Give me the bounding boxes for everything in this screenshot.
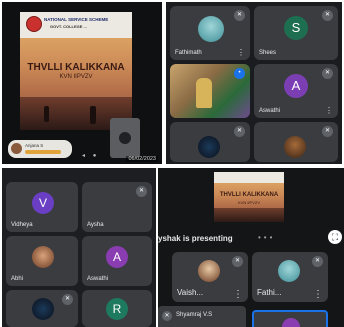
participant-tile[interactable]: • — [170, 64, 250, 118]
participant-name: Aswathi — [259, 108, 281, 114]
poster-subtitle: KVN IIPVZV — [237, 200, 260, 205]
participant-name: Aswathi — [87, 276, 109, 282]
participant-name: Abhi — [11, 276, 24, 282]
more-options-icon[interactable]: ⋮ — [233, 290, 243, 300]
poster-org-line: NATIONAL SERVICE SCHEME — [44, 17, 109, 22]
home-icon[interactable]: ● — [93, 153, 97, 159]
mic-off-icon: ✕ — [322, 68, 333, 79]
participant-photo — [32, 246, 54, 268]
participant-tile[interactable]: ✕ — [6, 290, 78, 327]
date-stamp: 06/02/2023 — [126, 156, 158, 162]
participant-avatar: A — [284, 74, 308, 98]
participant-tile[interactable]: S ✕ Shees — [254, 6, 338, 60]
participant-tile[interactable]: ✕ — [254, 122, 338, 162]
presentation-panel: THVLLI KALIKKANA KVN IIPVZV yshak is pre… — [158, 168, 344, 327]
participant-tile[interactable]: R — [82, 290, 152, 327]
more-options-icon[interactable]: ⋮ — [325, 107, 333, 115]
mic-off-icon: ✕ — [322, 126, 333, 137]
mic-off-icon: ✕ — [232, 256, 243, 267]
participant-photo — [278, 260, 300, 282]
back-icon[interactable]: ◂ — [82, 153, 85, 159]
participant-photo — [198, 136, 220, 158]
participant-tile[interactable]: A Aswathi — [82, 236, 152, 286]
commenter-name: Anjana S — [25, 143, 44, 148]
participant-avatar: S — [284, 16, 308, 40]
participant-tile[interactable]: Abhi — [6, 236, 78, 286]
nss-logo-icon — [26, 16, 42, 32]
mic-on-icon: • — [234, 68, 245, 79]
poster-org-line-2: GOVT. COLLEGE ... — [50, 24, 87, 29]
phone-screenshot-panel: NATIONAL SERVICE SCHEME GOVT. COLLEGE ..… — [2, 2, 162, 164]
participant-tile[interactable]: ✕ Vaish... ⋮ — [172, 252, 248, 302]
self-view-tile[interactable]: ✕ Shyamraj V.S — [158, 306, 246, 327]
fullscreen-icon[interactable]: ⛶ — [328, 230, 342, 244]
participant-name: Shees — [259, 50, 277, 56]
participant-tile[interactable]: ✕ Fathi... ⋮ — [252, 252, 328, 302]
poster-title: THVLLI KALIKKANA — [27, 62, 125, 73]
reaction-bar — [25, 150, 61, 154]
presented-poster: THVLLI KALIKKANA KVN IIPVZV — [214, 172, 284, 222]
nss-poster: NATIONAL SERVICE SCHEME GOVT. COLLEGE ..… — [20, 12, 132, 130]
mic-off-icon: ✕ — [312, 256, 323, 267]
poster-subtitle: KVN IIPVZV — [59, 74, 93, 80]
mic-off-icon: ✕ — [162, 311, 172, 321]
participant-tile[interactable]: V Vidheya — [6, 182, 78, 232]
poster-title: THVLLI KALIKKANA — [219, 192, 279, 198]
meet-grid-panel-top: ✕ Fathimath ⋮ S ✕ Shees • A ✕ Aswathi ⋮ … — [166, 2, 342, 164]
mic-off-icon: ✕ — [62, 294, 73, 305]
mic-off-icon: ✕ — [234, 10, 245, 21]
participant-photo — [32, 298, 54, 320]
participant-avatar: V — [32, 192, 54, 214]
participant-name: Fathimath — [175, 50, 202, 56]
participant-avatar: R — [106, 298, 128, 320]
mic-off-icon: ✕ — [322, 10, 333, 21]
mic-off-icon: ✕ — [234, 126, 245, 137]
participant-name: Aysha — [87, 222, 104, 228]
silhouette-figure — [90, 106, 96, 124]
participant-tile[interactable]: ✕ — [170, 122, 250, 162]
participant-tile[interactable]: A ✕ Aswathi ⋮ — [254, 64, 338, 118]
pip-camera-tile[interactable] — [110, 118, 140, 158]
participant-name: Vidheya — [11, 222, 33, 228]
participant-tile[interactable]: ✕ Fathimath ⋮ — [170, 6, 250, 60]
mic-off-icon: ✕ — [136, 186, 147, 197]
participant-photo — [198, 16, 224, 42]
more-options-icon[interactable]: ••• — [258, 233, 275, 242]
participant-name: Vaish... — [177, 288, 204, 297]
participant-tile[interactable]: ✕ Aysha — [82, 182, 152, 232]
camera-off-icon — [119, 132, 131, 144]
self-name-label: Shyamraj V.S — [176, 312, 213, 318]
presenting-banner: yshak is presenting — [158, 234, 233, 243]
avatar — [11, 143, 22, 154]
active-speaker-tile[interactable] — [252, 310, 328, 327]
comment-bubble: Anjana S — [8, 140, 72, 158]
participant-avatar: A — [106, 246, 128, 268]
participant-photo — [284, 136, 306, 158]
participant-name: Fathi... — [257, 288, 282, 297]
participant-avatar — [282, 318, 300, 327]
more-options-icon[interactable]: ⋮ — [313, 290, 323, 300]
participant-photo — [198, 260, 220, 282]
meet-grid-panel-bottom: V Vidheya ✕ Aysha Abhi A Aswathi ✕ R — [2, 168, 156, 327]
participant-video — [196, 78, 212, 108]
more-options-icon[interactable]: ⋮ — [237, 49, 245, 57]
silhouette-figure — [44, 106, 49, 122]
android-nav-bar: ◂ ● — [82, 152, 96, 159]
